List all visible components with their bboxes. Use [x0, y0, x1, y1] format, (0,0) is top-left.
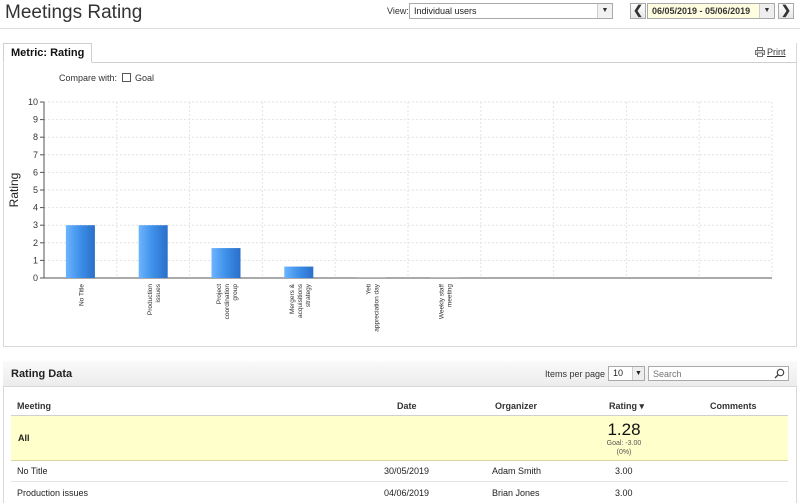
print-link[interactable]: Print — [767, 47, 786, 57]
bar — [357, 277, 387, 278]
y-tick-label: 7 — [33, 150, 38, 160]
x-tick-label: Yeti appreciation day — [366, 283, 381, 331]
search-input[interactable] — [648, 366, 789, 381]
x-tick-label: Mergers & acquisitions strategy — [289, 283, 312, 318]
bar — [429, 277, 459, 278]
bar — [211, 248, 241, 278]
column-header-meeting[interactable]: Meeting — [17, 401, 51, 411]
column-header-rating[interactable]: Rating ▾ — [609, 401, 644, 412]
date-range-picker[interactable]: 06/05/2019 - 05/06/2019 ▼ — [647, 3, 775, 19]
summary-label: All — [18, 433, 30, 443]
x-tick-label-line: Weekly staff — [438, 284, 445, 319]
y-tick-label: 6 — [33, 167, 38, 177]
row-2-organizer: Brian Jones — [492, 488, 540, 498]
compare-with-label: Compare with: — [59, 73, 118, 83]
row-2-rating: 3.00 — [615, 488, 633, 498]
bar — [138, 225, 168, 278]
x-tick-label-line: coordination — [224, 284, 231, 320]
items-per-page-select[interactable]: 10 ▼ — [608, 366, 645, 381]
x-tick-label-line: meeting — [446, 284, 453, 308]
summary-rating-value: 1.28 — [607, 420, 641, 439]
row-2-date: 04/06/2019 — [384, 488, 430, 498]
x-tick-label-line: No Title — [78, 284, 85, 306]
x-tick-label-line: Production — [147, 284, 154, 315]
chevron-down-icon: ▼ — [597, 4, 612, 18]
row-2-meeting[interactable]: Production issues — [17, 488, 88, 498]
page-title: Meetings Rating — [5, 2, 143, 23]
y-axis-title: Rating — [7, 173, 21, 208]
view-label: View: — [387, 6, 409, 16]
x-tick-label-line: acquisitions — [297, 283, 304, 318]
view-select-value: Individual users — [414, 6, 477, 16]
x-tick-label-line: appreciation day — [374, 283, 381, 331]
x-tick-label-line: Project — [216, 284, 223, 304]
search-icon[interactable] — [774, 368, 785, 379]
x-tick-label-line: strategy — [305, 283, 312, 307]
x-tick-label-line: Yeti — [366, 284, 373, 295]
tab-metric-rating[interactable]: Metric: Rating — [3, 43, 93, 63]
x-tick-label-line: Mergers & — [289, 283, 296, 314]
row-divider — [11, 481, 788, 482]
summary-percent: (0%) — [616, 449, 632, 456]
next-period-button[interactable]: ❯ — [778, 3, 794, 19]
rating-data-title: Rating Data — [11, 368, 73, 380]
y-tick-label: 9 — [33, 115, 38, 125]
tab-divider — [3, 62, 797, 63]
column-header-comments[interactable]: Comments — [710, 401, 757, 411]
previous-period-button[interactable]: ❮ — [630, 3, 646, 19]
x-tick-label-line: issues — [155, 283, 162, 302]
x-tick-label: Production issues — [147, 283, 162, 315]
y-tick-label: 2 — [33, 238, 38, 248]
y-tick-label: 0 — [33, 273, 38, 283]
y-tick-label: 8 — [33, 132, 38, 142]
y-tick-label: 3 — [33, 220, 38, 230]
chevron-down-icon: ▼ — [759, 4, 774, 18]
y-tick-label: 5 — [33, 185, 38, 195]
printer-icon[interactable] — [755, 47, 765, 57]
x-tick-label: No Title — [78, 284, 85, 306]
x-tick-label: Project coordination group — [216, 284, 239, 320]
row-1-rating: 3.00 — [615, 466, 633, 476]
y-tick-label: 10 — [28, 97, 38, 107]
chevron-down-icon: ▼ — [632, 367, 644, 380]
x-tick-label-line: group — [232, 284, 239, 301]
view-select[interactable]: Individual users ▼ — [409, 3, 613, 19]
column-header-date[interactable]: Date — [397, 401, 417, 411]
row-1-date: 30/05/2019 — [384, 466, 430, 476]
header-divider — [0, 28, 800, 29]
column-header-organizer[interactable]: Organizer — [495, 401, 537, 411]
y-tick-label: 1 — [33, 255, 38, 265]
bar — [284, 266, 314, 278]
y-tick-label: 4 — [33, 203, 38, 213]
summary-goal: Goal: -3.00 — [606, 440, 642, 447]
row-1-organizer: Adam Smith — [492, 466, 542, 476]
items-per-page-label: Items per page — [545, 369, 606, 379]
x-tick-label: Weekly staff meeting — [438, 284, 453, 320]
date-range-value: 06/05/2019 - 05/06/2019 — [652, 6, 751, 16]
items-per-page-value: 10 — [613, 368, 624, 378]
bar — [65, 225, 95, 278]
goal-checkbox[interactable] — [122, 73, 131, 82]
summary-row — [11, 416, 788, 461]
goal-checkbox-label: Goal — [135, 73, 155, 83]
row-1-meeting[interactable]: No Title — [17, 466, 48, 476]
rating-bar-chart: 0 1 2 3 4 5 6 7 8 9 10 Rating No Title Production issu… — [7, 97, 773, 332]
